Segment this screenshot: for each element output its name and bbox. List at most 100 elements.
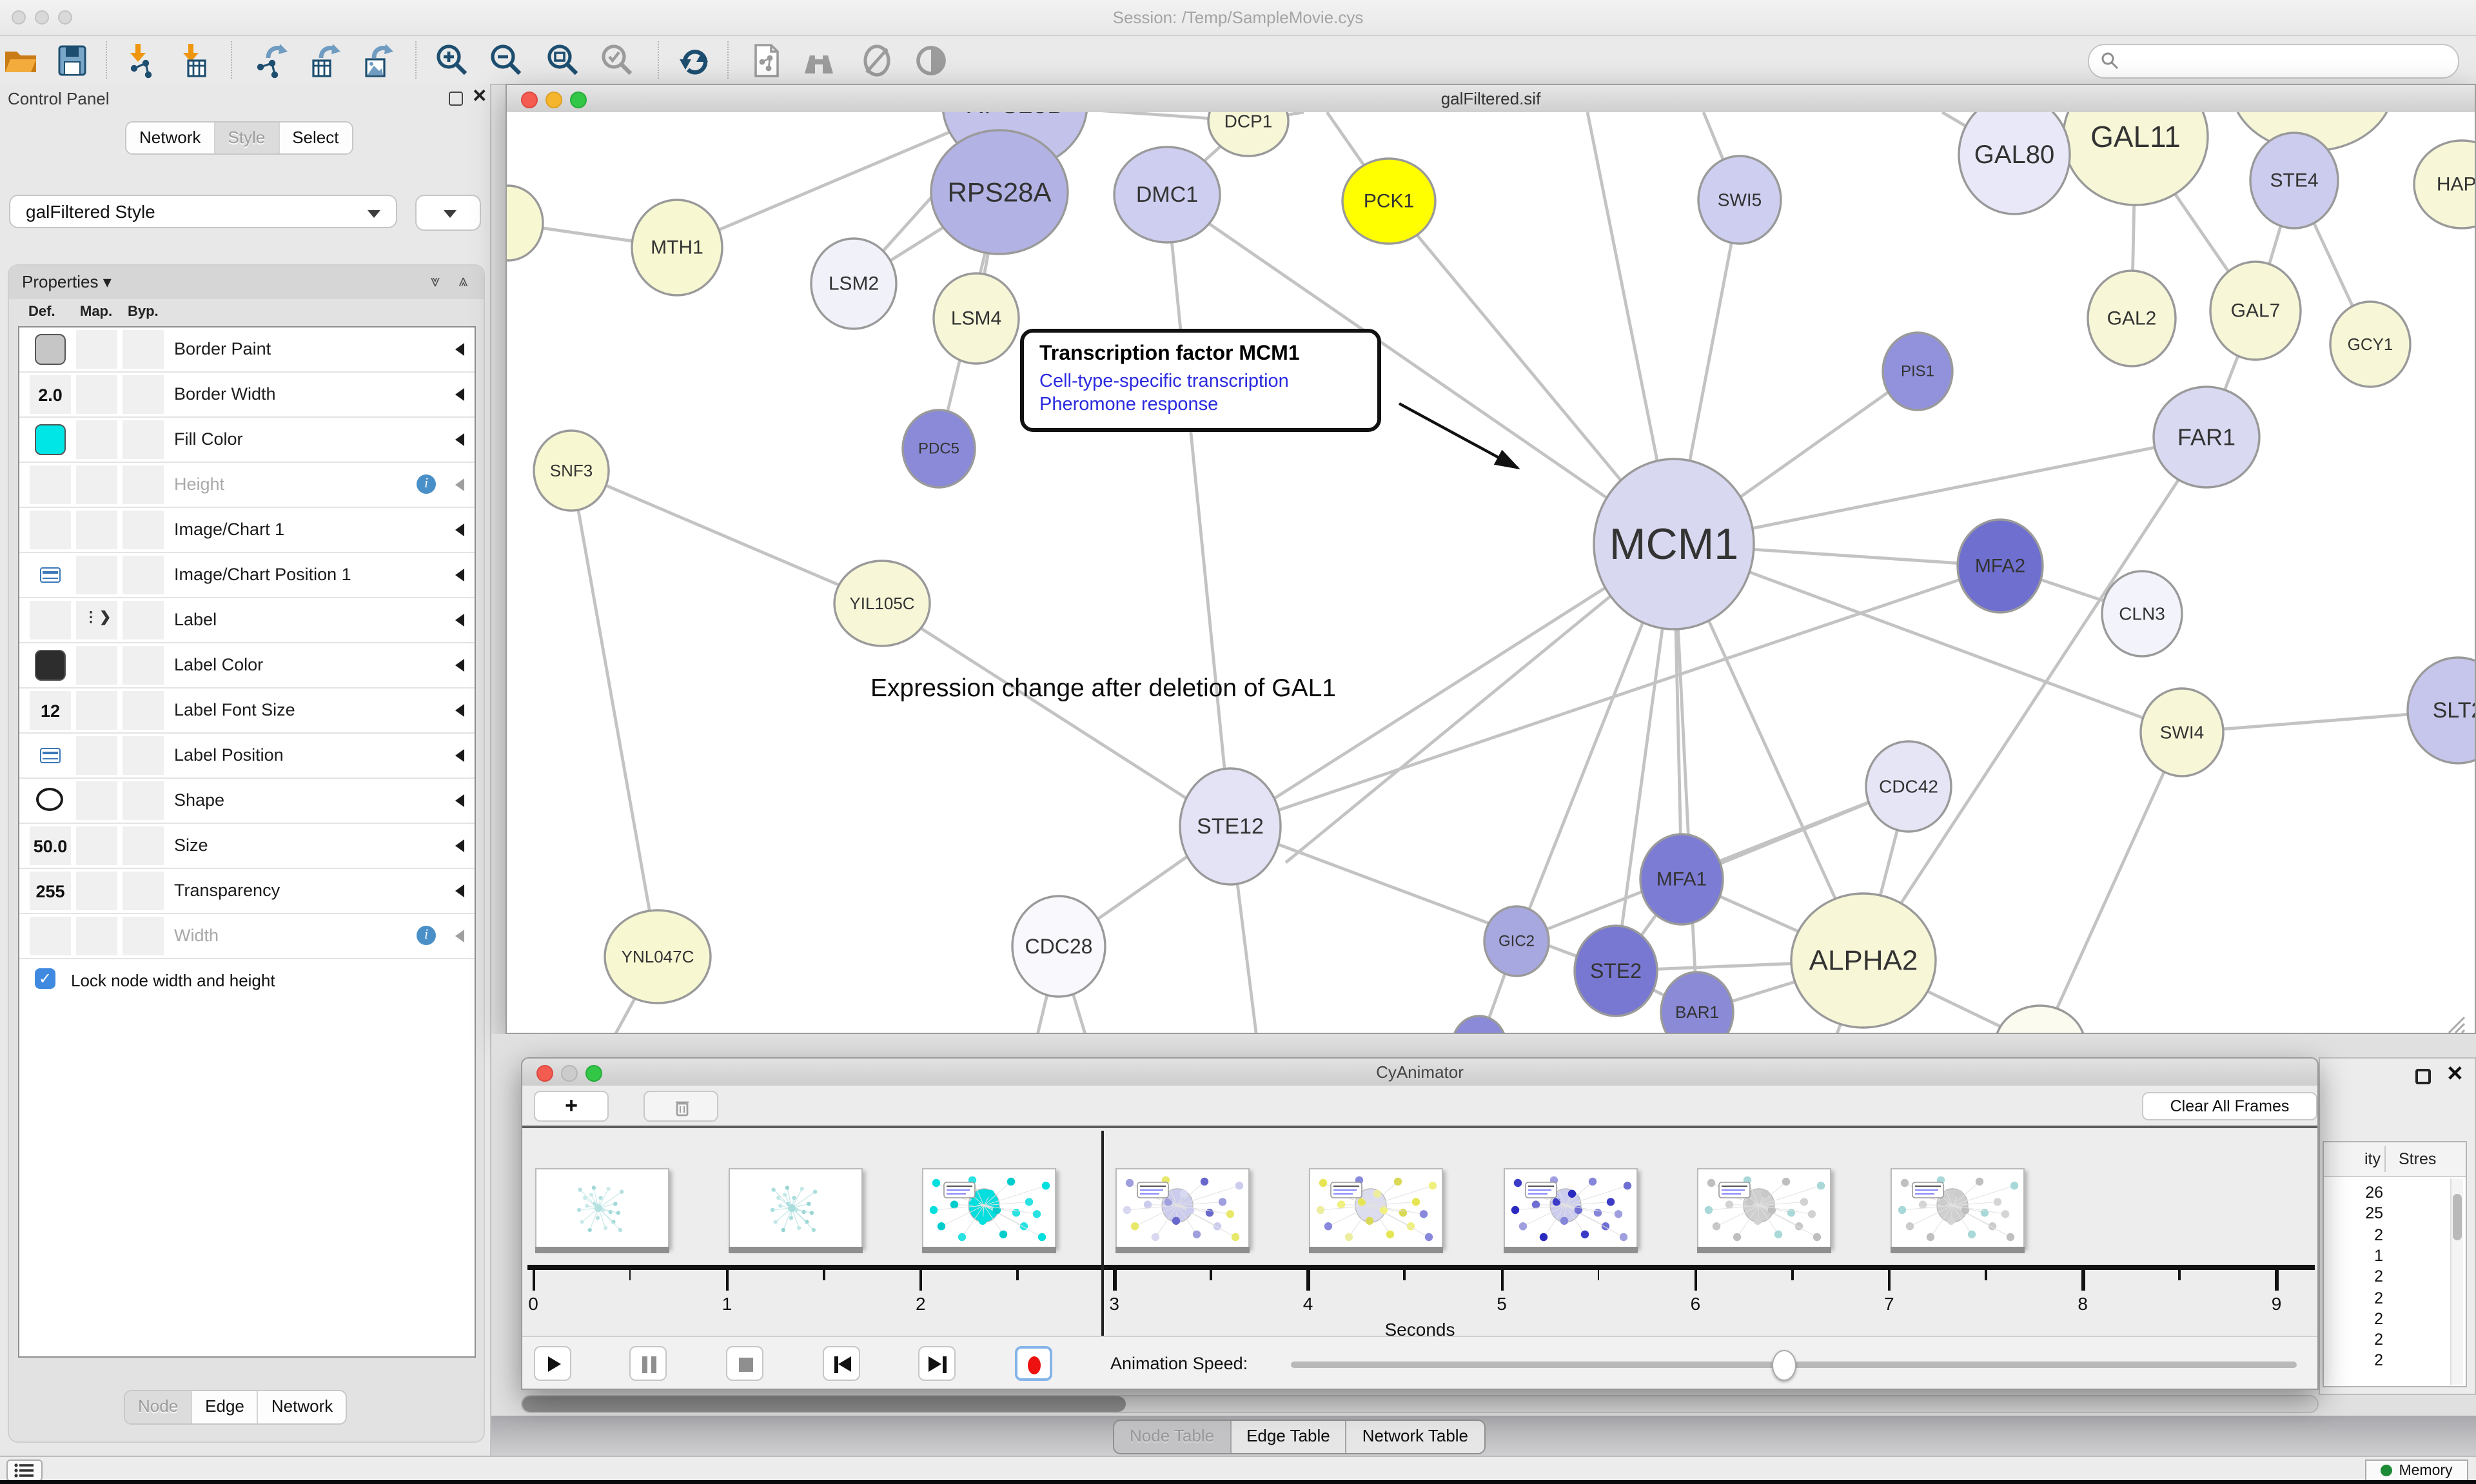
memory-button[interactable]: Memory xyxy=(2365,1460,2468,1481)
tab-network[interactable]: Network xyxy=(259,1391,346,1423)
keyframe-thumbnail-1s[interactable] xyxy=(728,1168,862,1248)
expand-property-icon[interactable] xyxy=(455,433,464,446)
annotation-link[interactable]: Pheromone response xyxy=(1039,395,1362,415)
expand-property-icon[interactable] xyxy=(455,749,464,762)
annotation-link[interactable]: Cell-type-specific transcription xyxy=(1039,371,1362,392)
keyframe-thumbnail-2s[interactable] xyxy=(922,1168,1056,1248)
network-node-ste2[interactable]: STE2 xyxy=(1575,926,1657,1016)
network-node-mth1[interactable]: MTH1 xyxy=(632,200,722,295)
property-cell[interactable] xyxy=(123,781,164,820)
close-panel-icon[interactable]: ✕ xyxy=(2446,1061,2464,1087)
network-node-pdc5[interactable]: PDC5 xyxy=(903,410,975,487)
property-cell[interactable] xyxy=(30,781,71,820)
network-node-cln3[interactable]: CLN3 xyxy=(2102,571,2182,656)
property-cell[interactable]: 2.0 xyxy=(30,375,71,414)
property-cell[interactable]: ⋮❯ xyxy=(76,601,117,639)
network-node-tup1[interactable]: TUP1 xyxy=(1995,1006,2085,1033)
property-cell[interactable]: 255 xyxy=(30,872,71,910)
table-cell[interactable]: 2 xyxy=(2332,1267,2383,1285)
property-cell[interactable] xyxy=(76,826,117,865)
property-row-width[interactable]: Widthi xyxy=(19,914,475,959)
show-panel-button[interactable] xyxy=(913,43,949,79)
record-button[interactable] xyxy=(1015,1346,1052,1381)
zoom-out-button[interactable] xyxy=(489,43,525,79)
save-button[interactable] xyxy=(54,43,90,79)
property-row-border-width[interactable]: 2.0Border Width xyxy=(19,373,475,418)
tab-style[interactable]: Style xyxy=(215,122,279,153)
property-row-size[interactable]: 50.0Size xyxy=(19,824,475,869)
property-row-label[interactable]: ⋮❯Label xyxy=(19,598,475,643)
property-cell[interactable] xyxy=(30,420,71,459)
property-cell[interactable] xyxy=(123,736,164,775)
clear-all-frames-button[interactable]: Clear All Frames xyxy=(2142,1092,2317,1120)
property-row-fill-color[interactable]: Fill Color xyxy=(19,418,475,463)
open-folder-button[interactable] xyxy=(3,43,39,79)
network-node-ste4[interactable]: STE4 xyxy=(2250,133,2338,228)
property-row-image-chart-1[interactable]: Image/Chart 1 xyxy=(19,508,475,553)
expand-property-icon[interactable] xyxy=(455,794,464,807)
property-cell[interactable] xyxy=(76,420,117,459)
style-options-button[interactable] xyxy=(415,195,481,231)
network-node-snf3[interactable]: SNF3 xyxy=(534,431,609,511)
network-node-gal80[interactable]: GAL80 xyxy=(1959,112,2070,214)
table-cell[interactable]: 2 xyxy=(2332,1310,2383,1328)
expand-property-icon[interactable] xyxy=(455,839,464,852)
table-cell[interactable]: 2 xyxy=(2332,1225,2383,1244)
export-network-button[interactable] xyxy=(253,43,289,79)
tab-select[interactable]: Select xyxy=(279,122,351,153)
network-node-cdc28[interactable]: CDC28 xyxy=(1012,896,1105,997)
network-node-pck1[interactable]: PCK1 xyxy=(1342,159,1435,244)
property-cell[interactable] xyxy=(76,781,117,820)
zoom-fit-button[interactable] xyxy=(545,43,582,79)
network-window-titlebar[interactable]: galFiltered.sif xyxy=(507,85,2475,113)
export-table-button[interactable] xyxy=(306,43,342,79)
info-icon[interactable]: i xyxy=(417,474,436,494)
expand-property-icon[interactable] xyxy=(455,388,464,401)
property-cell[interactable] xyxy=(76,330,117,369)
lock-checkbox[interactable]: ✓ xyxy=(35,968,55,989)
property-cell[interactable] xyxy=(30,736,71,775)
network-node-gcy1[interactable]: GCY1 xyxy=(2330,302,2410,387)
network-node-rps28a[interactable]: RPS28A xyxy=(931,130,1068,254)
expand-property-icon[interactable] xyxy=(455,523,464,536)
keyframe-thumbnail-6s[interactable] xyxy=(1696,1168,1831,1248)
tab-edge-table[interactable]: Edge Table xyxy=(1231,1421,1347,1453)
skip-to-start-button[interactable] xyxy=(823,1346,860,1381)
table-cell[interactable]: 25 xyxy=(2332,1205,2383,1223)
network-node-yil105c[interactable]: YIL105C xyxy=(834,561,930,646)
network-canvas[interactable]: RPS28BDCP1RPS28ADMC1PCK1MTH1LSM2LSM4SNF3… xyxy=(507,112,2475,1033)
network-node-ynl047c[interactable]: YNL047C xyxy=(605,910,711,1003)
expand-property-icon[interactable] xyxy=(455,569,464,581)
table-cell[interactable]: 26 xyxy=(2332,1184,2383,1202)
network-node-gic2[interactable]: GIC2 xyxy=(1484,906,1549,976)
expand-property-icon[interactable] xyxy=(455,704,464,717)
lock-node-size-row[interactable]: ✓Lock node width and height xyxy=(19,959,475,1001)
property-cell[interactable] xyxy=(123,420,164,459)
property-cell[interactable] xyxy=(123,826,164,865)
expand-property-icon[interactable] xyxy=(455,884,464,897)
network-node-pis1[interactable]: PIS1 xyxy=(1883,333,1952,410)
zoom-selected-button[interactable] xyxy=(600,43,636,79)
export-image-button[interactable] xyxy=(359,43,395,79)
network-node-slt2[interactable]: SLT2 xyxy=(2408,658,2475,763)
keyframe-thumbnail-7s[interactable] xyxy=(1891,1168,2025,1248)
property-row-height[interactable]: Heighti xyxy=(19,463,475,508)
property-cell[interactable] xyxy=(123,330,164,369)
table-cell[interactable]: 2 xyxy=(2332,1331,2383,1349)
horizontal-scrollbar[interactable] xyxy=(521,1395,2319,1413)
network-node[interactable] xyxy=(507,186,543,260)
skip-to-end-button[interactable] xyxy=(918,1346,956,1381)
property-cell[interactable] xyxy=(30,917,71,955)
cyanimator-titlebar[interactable]: CyAnimator xyxy=(522,1059,2317,1087)
property-row-border-paint[interactable]: Border Paint xyxy=(19,327,475,373)
property-cell[interactable] xyxy=(76,691,117,730)
network-node-bar1[interactable]: BAR1 xyxy=(1661,972,1733,1033)
network-node-gal7[interactable]: GAL7 xyxy=(2210,262,2301,360)
property-row-image-chart-position-1[interactable]: Image/Chart Position 1 xyxy=(19,553,475,598)
float-panel-icon[interactable] xyxy=(449,92,463,106)
network-node-cdc42[interactable]: CDC42 xyxy=(1866,741,1951,832)
keyframe-thumbnail-4s[interactable] xyxy=(1310,1168,1444,1248)
property-cell[interactable] xyxy=(123,646,164,685)
property-cell[interactable] xyxy=(30,330,71,369)
task-history-button[interactable] xyxy=(6,1460,43,1481)
